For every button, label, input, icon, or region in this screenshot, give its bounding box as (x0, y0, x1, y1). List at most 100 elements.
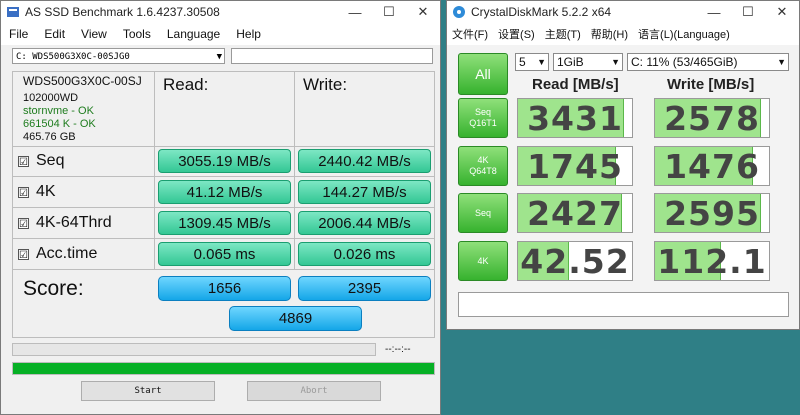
seq-read-value: 2427 (527, 193, 623, 233)
menu-help[interactable]: 帮助(H) (586, 26, 633, 42)
test-button-seq-q16t1[interactable]: Seq Q16T1 (458, 98, 508, 138)
chevron-down-icon: ▼ (216, 52, 222, 62)
test-count-select[interactable]: 5 ▼ (515, 53, 549, 71)
seq-read-result: 2427 (517, 193, 633, 233)
comment-field[interactable] (458, 292, 789, 317)
close-button[interactable]: ✕ (765, 1, 799, 23)
write-header: Write: (303, 75, 348, 94)
4k64-read-value: 1309.45 MB/s (158, 211, 291, 235)
test-button-label: Seq (474, 107, 491, 117)
maximize-button[interactable]: ☐ (372, 1, 406, 23)
test-size-select[interactable] (231, 48, 433, 64)
test-button-seq[interactable]: Seq (458, 193, 508, 233)
row-label: Seq (36, 152, 65, 169)
all-button[interactable]: All (458, 53, 508, 95)
minimize-button[interactable]: — (697, 1, 731, 23)
test-button-sublabel: Q16T1 (469, 118, 497, 128)
alignment-status: 661504 K - OK (23, 118, 96, 130)
4k-write-result: 112.1 (654, 241, 770, 281)
menu-view[interactable]: View (73, 27, 115, 41)
row-seq-label[interactable]: ☑ Seq (18, 148, 64, 174)
abort-button[interactable]: Abort (247, 381, 381, 401)
window-title: AS SSD Benchmark 1.6.4237.30508 (25, 5, 220, 19)
seq-write-value: 2440.42 MB/s (298, 149, 431, 173)
chevron-down-icon: ▼ (777, 57, 786, 67)
menu-language[interactable]: Language (159, 27, 228, 41)
chevron-down-icon: ▼ (537, 57, 546, 67)
overall-progress-bar (12, 362, 435, 375)
cdm-titlebar[interactable]: CrystalDiskMark 5.2.2 x64 — ☐ ✕ (447, 1, 799, 23)
drive-firmware: 102000WD (23, 92, 79, 104)
menu-theme[interactable]: 主题(T) (540, 26, 586, 42)
4k-read-value: 41.12 MB/s (158, 180, 291, 204)
seq-read-value: 3055.19 MB/s (158, 149, 291, 173)
crystaldiskmark-window: CrystalDiskMark 5.2.2 x64 — ☐ ✕ 文件(F) 设置… (446, 0, 800, 330)
4k-q64t8-read-result: 1745 (517, 146, 633, 186)
seq-write-result: 2595 (654, 193, 770, 233)
seq-q16t1-read-value: 3431 (527, 98, 623, 138)
menu-edit[interactable]: Edit (36, 27, 73, 41)
start-button[interactable]: Start (81, 381, 215, 401)
4k-q64t8-write-result: 1476 (654, 146, 770, 186)
test-progress-bar (12, 343, 376, 356)
close-button[interactable]: ✕ (406, 1, 440, 23)
4k-read-result: 42.52 (517, 241, 633, 281)
overall-progress-fill (13, 363, 434, 374)
test-size-select[interactable]: 1GiB ▼ (553, 53, 623, 71)
menu-file[interactable]: File (1, 27, 36, 41)
menu-language[interactable]: 语言(L)(Language) (633, 26, 735, 42)
menu-tools[interactable]: Tools (115, 27, 159, 41)
row-acc-label[interactable]: ☑ Acc.time (18, 241, 97, 267)
acc-write-value: 0.026 ms (298, 242, 431, 266)
4k-write-value: 112.1 (657, 241, 767, 281)
test-button-label: 4K (477, 155, 489, 165)
minimize-button[interactable]: — (338, 1, 372, 23)
driver-status: stornvme - OK (23, 105, 94, 117)
checkbox-acc[interactable]: ☑ (18, 248, 29, 261)
score-total: 4869 (229, 306, 362, 331)
drive-select-value: C: 11% (53/465GiB) (631, 55, 738, 69)
4k64-write-value: 2006.44 MB/s (298, 211, 431, 235)
cdm-menubar: 文件(F) 设置(S) 主题(T) 帮助(H) 语言(L)(Language) (447, 23, 799, 45)
row-label: Acc.time (36, 245, 98, 262)
4k-read-value: 42.52 (520, 241, 630, 281)
row-label: 4K (36, 183, 56, 200)
seq-q16t1-write-value: 2578 (664, 98, 760, 138)
row-label: 4K-64Thrd (36, 214, 112, 231)
read-header: Read: (163, 75, 209, 94)
row-4k64-label[interactable]: ☑ 4K-64Thrd (18, 210, 112, 236)
as-ssd-titlebar[interactable]: AS SSD Benchmark 1.6.4237.30508 — ☐ ✕ (1, 1, 440, 23)
score-label: Score: (23, 277, 84, 300)
checkbox-seq[interactable]: ☑ (18, 155, 29, 168)
menu-help[interactable]: Help (228, 27, 269, 41)
cdm-app-icon (453, 6, 465, 18)
test-button-sublabel: Q64T8 (469, 166, 497, 176)
test-button-label: Seq (474, 207, 491, 218)
menu-settings[interactable]: 设置(S) (493, 26, 540, 42)
test-button-4k-q64t8[interactable]: 4K Q64T8 (458, 146, 508, 186)
4k-q64t8-read-value: 1745 (527, 146, 623, 186)
drive-size: 465.76 GB (23, 131, 76, 143)
test-button-4k[interactable]: 4K (458, 241, 508, 281)
as-ssd-menubar: File Edit View Tools Language Help (1, 23, 440, 45)
drive-select[interactable]: C: WDS500G3X0C-00SJG0 ▼ (12, 48, 225, 64)
checkbox-4k[interactable]: ☑ (18, 186, 29, 199)
test-size-value: 1GiB (557, 55, 584, 69)
drive-model: WDS500G3X0C-00SJ (23, 74, 142, 88)
checkbox-4k64[interactable]: ☑ (18, 217, 29, 230)
test-button-label: 4K (477, 255, 489, 266)
menu-file[interactable]: 文件(F) (447, 26, 493, 42)
seq-q16t1-read-result: 3431 (517, 98, 633, 138)
test-count-value: 5 (519, 55, 526, 69)
as-ssd-app-icon (7, 7, 19, 17)
elapsed-timer: --:--:-- (385, 344, 411, 355)
score-write: 2395 (298, 276, 431, 301)
row-4k-label[interactable]: ☑ 4K (18, 179, 56, 205)
write-header: Write [MB/s] (667, 76, 755, 93)
maximize-button[interactable]: ☐ (731, 1, 765, 23)
seq-write-value: 2595 (664, 193, 760, 233)
4k-write-value: 144.27 MB/s (298, 180, 431, 204)
chevron-down-icon: ▼ (611, 57, 620, 67)
acc-read-value: 0.065 ms (158, 242, 291, 266)
drive-select[interactable]: C: 11% (53/465GiB) ▼ (627, 53, 789, 71)
